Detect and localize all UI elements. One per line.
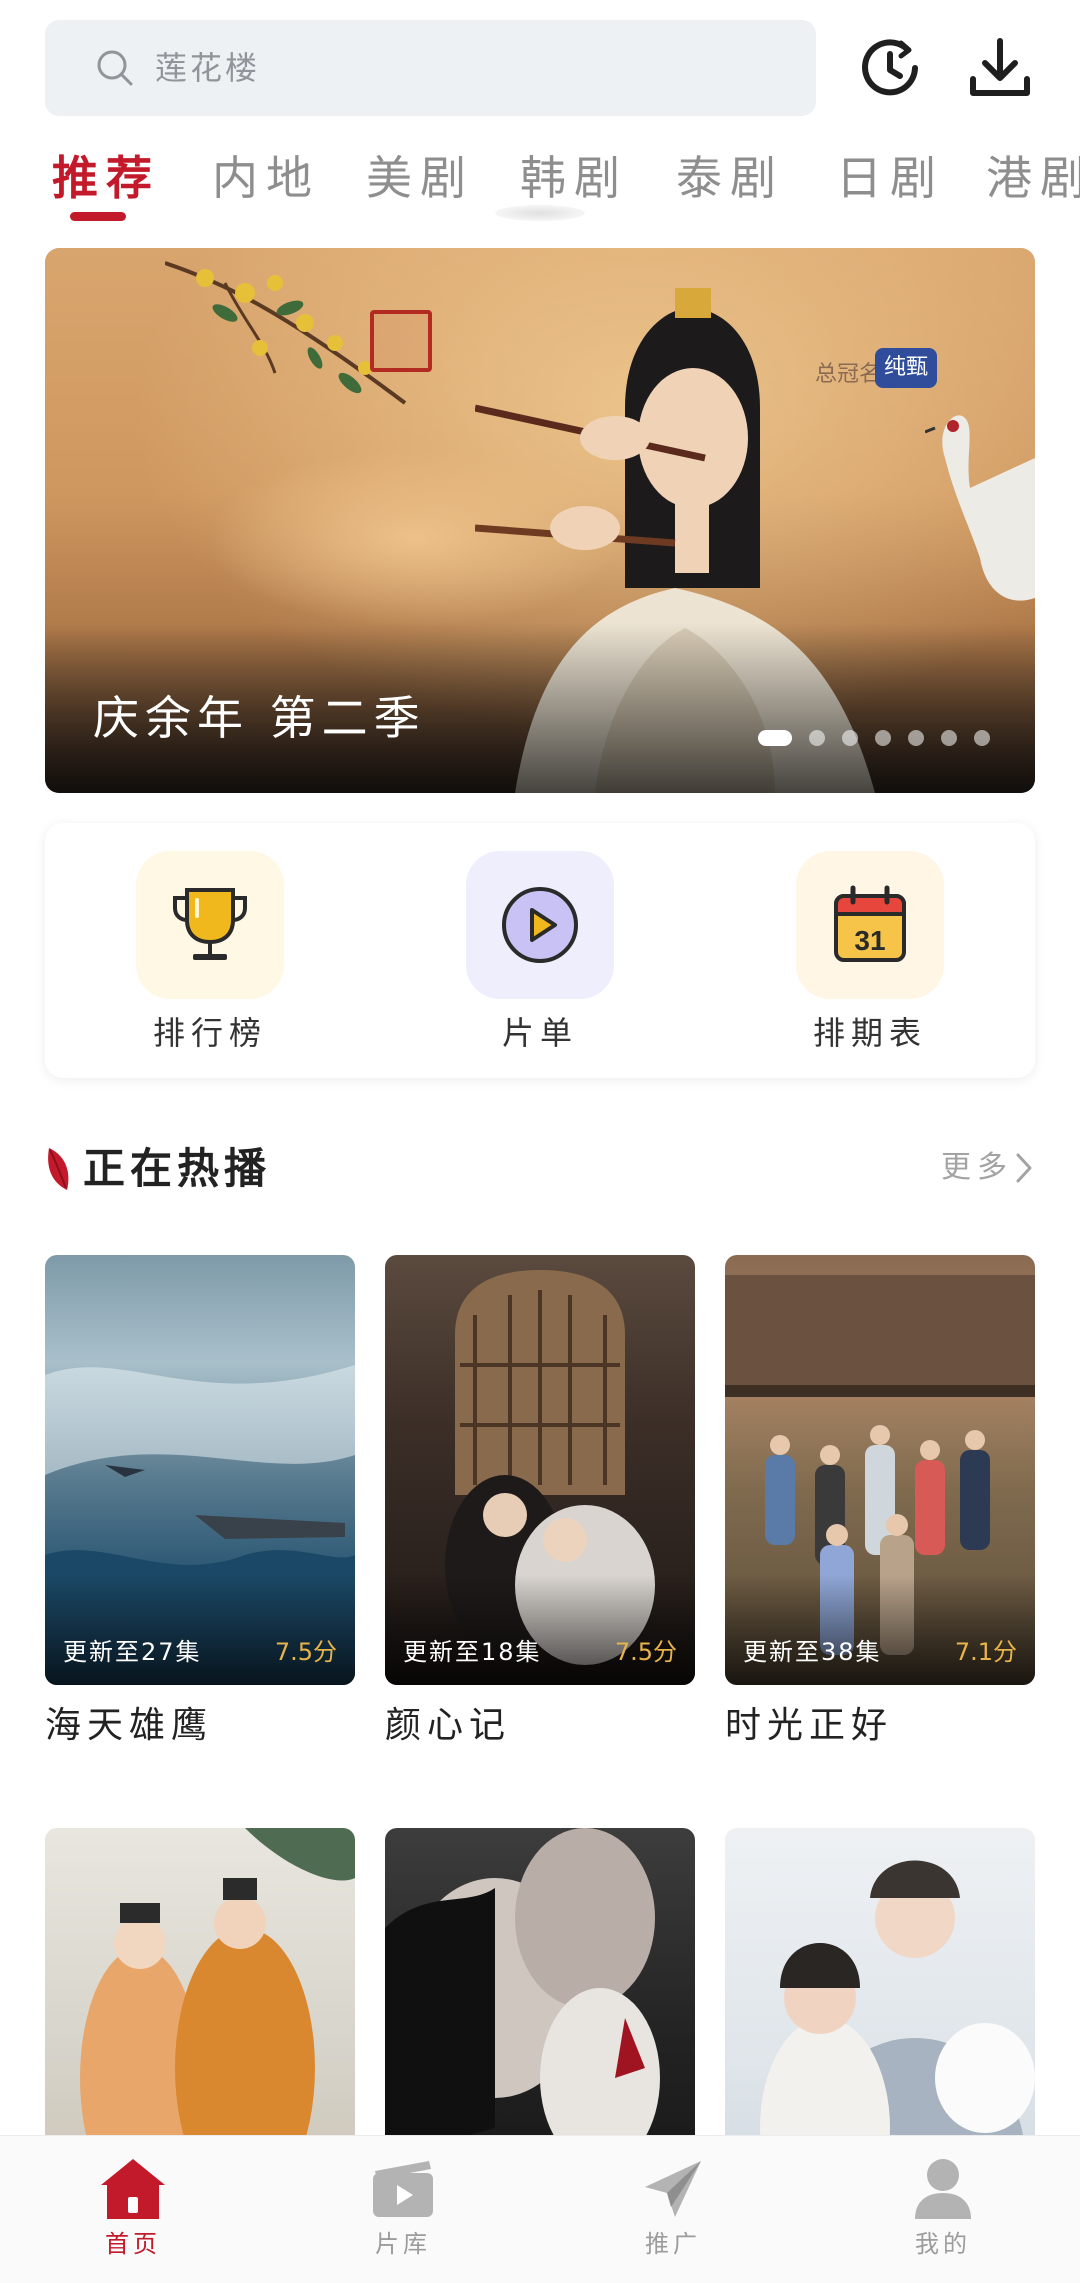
nav-profile[interactable]: 我的 bbox=[868, 2156, 1018, 2260]
carousel-dot[interactable] bbox=[974, 730, 990, 746]
trophy-icon bbox=[173, 888, 247, 960]
drama-card[interactable]: 更新至38集 7.1分 时光正好 bbox=[725, 1255, 1035, 1751]
section-title: 正在热播 bbox=[83, 1144, 272, 1193]
drama-card[interactable]: 更新至27集 7.5分 海天雄鹰 bbox=[45, 1255, 355, 1751]
ranking-label: 排行榜 bbox=[152, 1014, 267, 1052]
nav-library-label: 片库 bbox=[375, 2230, 431, 2258]
playlist-button[interactable]: 片单 bbox=[440, 851, 640, 1055]
crane-illustration bbox=[925, 415, 1035, 601]
carousel-dot[interactable] bbox=[908, 730, 924, 746]
more-link[interactable]: 更多 bbox=[941, 1148, 1035, 1188]
play-circle-icon bbox=[502, 887, 578, 963]
search-input[interactable]: 莲花楼 bbox=[45, 20, 816, 116]
episode-update: 更新至27集 bbox=[63, 1638, 202, 1666]
episode-update: 更新至18集 bbox=[403, 1638, 542, 1666]
nav-profile-label: 我的 bbox=[915, 2230, 971, 2258]
tab-thai-drama[interactable]: 泰剧 bbox=[676, 148, 784, 208]
now-playing-header: 正在热播 更多 bbox=[45, 1140, 1035, 1200]
active-tab-underline bbox=[70, 212, 126, 221]
search-placeholder: 莲花楼 bbox=[155, 49, 261, 87]
leaf-icon bbox=[48, 1148, 69, 1190]
nav-promote-label: 推广 bbox=[645, 2230, 701, 2258]
carousel-dot[interactable] bbox=[941, 730, 957, 746]
trophy-icon-tile bbox=[136, 851, 284, 999]
rating-score: 7.5分 bbox=[614, 1638, 677, 1666]
tab-us-drama[interactable]: 美剧 bbox=[366, 148, 474, 208]
rating-score: 7.5分 bbox=[274, 1638, 337, 1666]
episode-update: 更新至38集 bbox=[743, 1638, 882, 1666]
play-circle-icon-tile bbox=[466, 851, 614, 999]
nav-home[interactable]: 首页 bbox=[58, 2156, 208, 2260]
calendar-icon-tile: 31 bbox=[796, 851, 944, 999]
banner-title: 庆余年 第二季 bbox=[93, 691, 426, 745]
red-seal-stamp bbox=[370, 310, 432, 372]
featured-banner[interactable]: 总冠名： 纯甄 庆余年 第二季 bbox=[45, 248, 1035, 793]
calendar-day: 31 bbox=[854, 925, 885, 956]
paper-plane-icon bbox=[645, 2161, 701, 2217]
playlist-label: 片单 bbox=[501, 1014, 578, 1052]
tab-scroll-shadow bbox=[495, 205, 585, 221]
quick-menu: 排行榜 片单 31 排期表 bbox=[45, 823, 1035, 1078]
home-icon bbox=[101, 2159, 165, 2219]
bottom-navigation: 首页 片库 推广 我的 bbox=[0, 2135, 1080, 2283]
schedule-label: 排期表 bbox=[812, 1014, 927, 1052]
drama-title: 颜心记 bbox=[385, 1705, 512, 1746]
drama-title: 海天雄鹰 bbox=[45, 1705, 214, 1746]
rating-score: 7.1分 bbox=[954, 1638, 1017, 1666]
drama-poster: 更新至38集 7.1分 bbox=[725, 1255, 1035, 1685]
search-icon bbox=[97, 50, 133, 86]
drama-card[interactable]: 更新至18集 7.5分 颜心记 bbox=[385, 1255, 695, 1751]
ranking-button[interactable]: 排行榜 bbox=[110, 851, 310, 1055]
poster-shade bbox=[725, 1575, 1035, 1685]
carousel-dot[interactable] bbox=[809, 730, 825, 746]
tab-recommend[interactable]: 推荐 bbox=[52, 148, 160, 208]
profile-icon bbox=[915, 2159, 971, 2219]
nav-library[interactable]: 片库 bbox=[328, 2156, 478, 2260]
carousel-dot[interactable] bbox=[842, 730, 858, 746]
tab-korean-drama[interactable]: 韩剧 bbox=[520, 148, 628, 208]
tab-japanese-drama[interactable]: 日剧 bbox=[836, 148, 944, 208]
tab-mainland[interactable]: 内地 bbox=[212, 148, 320, 208]
download-icon[interactable] bbox=[962, 30, 1038, 106]
carousel-dot[interactable] bbox=[875, 730, 891, 746]
schedule-button[interactable]: 31 排期表 bbox=[770, 851, 970, 1055]
drama-poster: 更新至27集 7.5分 bbox=[45, 1255, 355, 1685]
drama-title: 时光正好 bbox=[725, 1705, 894, 1746]
nav-promote[interactable]: 推广 bbox=[598, 2156, 748, 2260]
carousel-dot[interactable] bbox=[758, 730, 792, 746]
poster-shade bbox=[45, 1575, 355, 1685]
tab-hk-drama[interactable]: 港剧 bbox=[986, 148, 1080, 208]
chevron-right-icon bbox=[1016, 1153, 1032, 1183]
film-library-icon bbox=[373, 2161, 433, 2217]
poster-shade bbox=[385, 1575, 695, 1685]
nav-home-label: 首页 bbox=[105, 2230, 161, 2258]
drama-poster: 更新至18集 7.5分 bbox=[385, 1255, 695, 1685]
carousel-dots bbox=[758, 730, 1007, 746]
calendar-icon: 31 bbox=[834, 885, 906, 962]
history-icon[interactable] bbox=[852, 30, 928, 106]
more-label: 更多 bbox=[941, 1150, 1013, 1185]
